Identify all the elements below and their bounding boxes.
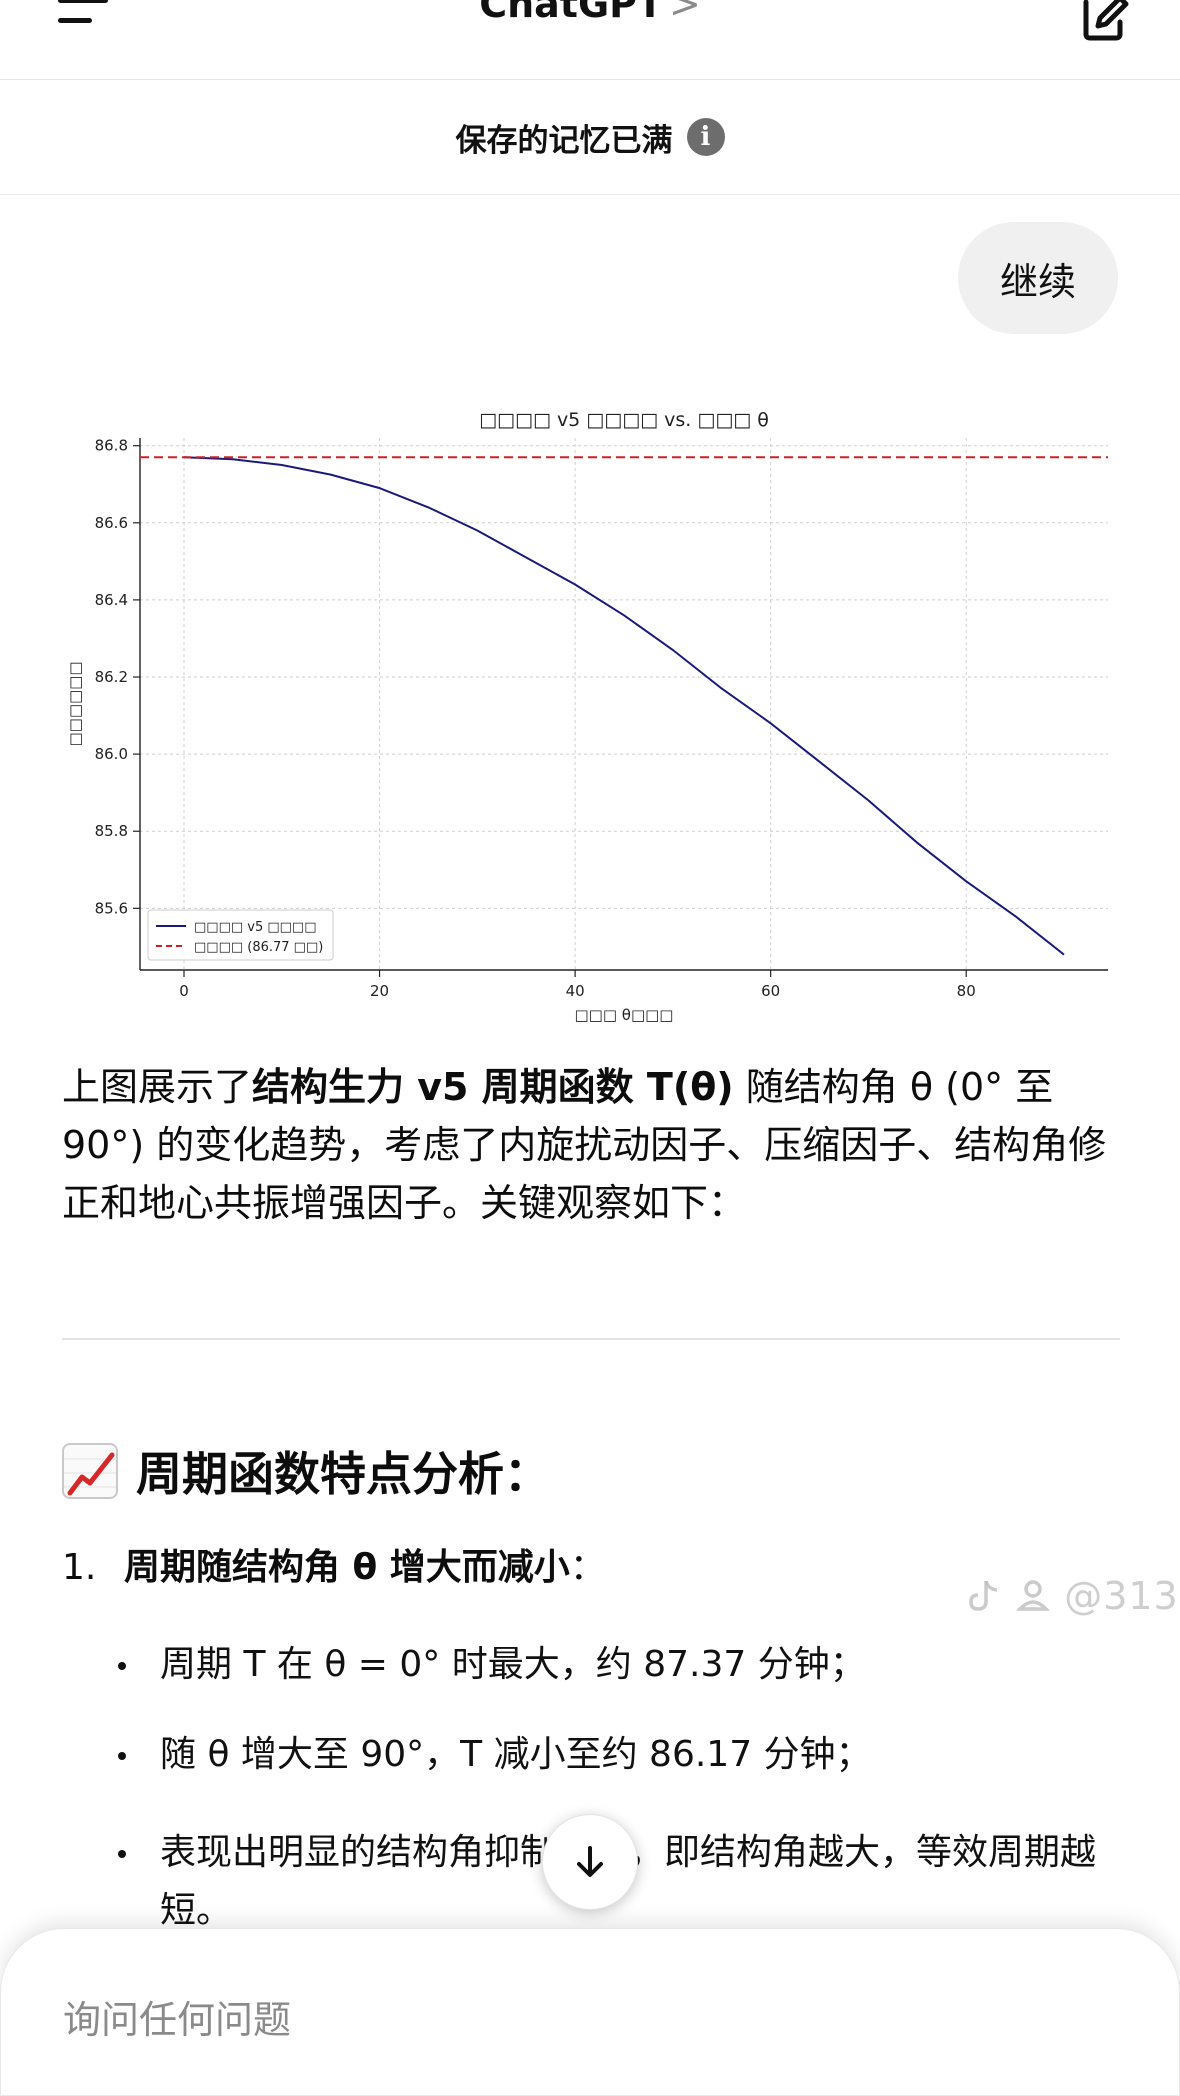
- bullet-dot: [118, 1662, 126, 1670]
- y-tick-label: 85.8: [95, 822, 128, 840]
- bullet-item: 随 θ 增大至 90°，T 减小至约 86.17 分钟；: [118, 1726, 1120, 1784]
- tiktok-icon: [969, 1580, 998, 1611]
- x-tick-label: 40: [566, 982, 585, 1000]
- message-composer[interactable]: 询问任何问题: [0, 1928, 1180, 2096]
- summary-bold: 结构生力 v5 周期函数 T(θ): [252, 1065, 734, 1109]
- bullet-text: 周期 T 在 θ = 0° 时最大，约 87.37 分钟；: [160, 1644, 866, 1685]
- plot-area: [140, 438, 1108, 970]
- y-tick-label: 86.4: [95, 591, 128, 609]
- x-tick-label: 0: [179, 982, 189, 1000]
- x-tick-label: 80: [957, 982, 976, 1000]
- legend-label: □□□□ v5 □□□□: [194, 920, 317, 935]
- arrow-down-icon: [577, 1846, 603, 1877]
- section-title-text: 周期函数特点分析：: [136, 1447, 550, 1501]
- bullet-text: 表现出明显的结构角抑制效应，即结构角越大，等效周期越短。: [160, 1832, 1097, 1931]
- chart-title: □□□□ v5 □□□□ vs. □□□ θ: [479, 409, 769, 431]
- chart-increasing-icon: [62, 1443, 118, 1499]
- y-tick-label: 86.2: [95, 668, 128, 686]
- bullet-dot: [118, 1850, 126, 1858]
- top-bar: ChatGPT >: [0, 0, 1180, 80]
- app-title[interactable]: ChatGPT >: [0, 0, 1180, 26]
- memory-full-banner[interactable]: 保存的记忆已满 i: [0, 80, 1180, 195]
- compose-icon[interactable]: [1072, 0, 1132, 48]
- bullet-item: 周期 T 在 θ = 0° 时最大，约 87.37 分钟；: [118, 1636, 1120, 1694]
- info-icon[interactable]: i: [686, 118, 725, 156]
- y-tick-label: 85.6: [95, 899, 128, 917]
- divider: [62, 1338, 1120, 1340]
- watermark: @313: [966, 1574, 1179, 1618]
- period-chart: 0 20 40 60 80 85.6 85.8 86.0 86.2 86.4 86.6 86.8 □□□…: [40, 392, 1120, 1032]
- y-tick-label: 86.6: [95, 514, 128, 532]
- list-item: 1. 周期随结构角 θ 增大而减小：: [62, 1538, 606, 1598]
- x-axis-label: □□□ θ□□□: [575, 1006, 674, 1024]
- app-title-text: ChatGPT: [479, 0, 663, 26]
- bullet-dot: [118, 1752, 126, 1760]
- y-tick-label: 86.0: [95, 745, 128, 763]
- bullet-text: 随 θ 增大至 90°，T 减小至约 86.17 分钟；: [160, 1734, 872, 1775]
- message-input[interactable]: 询问任何问题: [63, 1989, 291, 2044]
- summary-text-1: 上图展示了: [62, 1065, 253, 1109]
- chevron-right-icon: >: [668, 0, 701, 26]
- user-message-bubble: 继续: [957, 222, 1118, 334]
- user-message-text: 继续: [999, 259, 1076, 304]
- chart-svg: 0 20 40 60 80 85.6 85.8 86.0 86.2 86.4 86.6 86.8 □□□…: [66, 409, 1108, 1024]
- y-tick-label: 86.8: [95, 437, 128, 455]
- summary-paragraph: 上图展示了结构生力 v5 周期函数 T(θ) 随结构角 θ (0° 至 90°)…: [62, 1058, 1122, 1232]
- x-tick-label: 20: [370, 982, 389, 1000]
- watermark-text: @313: [1064, 1574, 1179, 1618]
- section-heading: 周期函数特点分析：: [62, 1436, 550, 1506]
- legend-label: □□□□ (86.77 □□): [194, 940, 323, 955]
- y-axis-label: □□□□□□: [66, 661, 84, 746]
- user-icon: [1016, 1580, 1051, 1611]
- list-number: 1.: [62, 1547, 97, 1588]
- x-tick-label: 60: [761, 982, 780, 1000]
- memory-full-text: 保存的记忆已满: [455, 122, 673, 159]
- list-item-tail: ：: [569, 1547, 606, 1588]
- list-item-title: 周期随结构角 θ 增大而减小: [124, 1547, 570, 1588]
- scroll-to-bottom-button[interactable]: [542, 1814, 638, 1910]
